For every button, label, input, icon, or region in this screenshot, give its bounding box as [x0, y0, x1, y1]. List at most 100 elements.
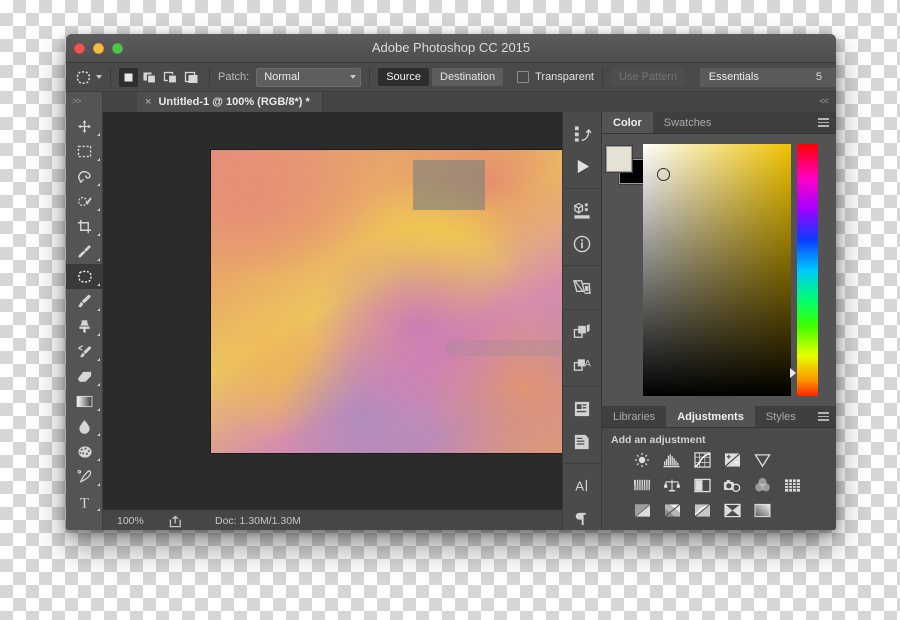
divider	[602, 68, 603, 86]
vibrance-icon[interactable]	[753, 452, 771, 468]
black-and-white-icon[interactable]	[693, 477, 711, 493]
selection-mode-group	[119, 67, 201, 87]
blur-tool[interactable]	[66, 414, 103, 439]
expand-tools-icon[interactable]: >>	[72, 96, 81, 106]
channel-mixer-icon[interactable]	[753, 477, 771, 493]
color-panel-tabs: Color Swatches	[602, 112, 836, 134]
type-tool[interactable]: T	[66, 489, 103, 514]
photo-filter-icon[interactable]	[723, 477, 741, 493]
subtract-from-selection-button[interactable]	[161, 68, 180, 87]
divider	[110, 68, 111, 86]
quick-selection-tool[interactable]	[66, 189, 103, 214]
gradient-artwork[interactable]	[211, 150, 569, 453]
history-brush-tool[interactable]	[66, 339, 103, 364]
gradient-tool[interactable]	[66, 389, 103, 414]
threshold-icon[interactable]	[693, 502, 711, 518]
adjustments-layer-icon[interactable]	[563, 271, 601, 304]
patch-tool[interactable]	[66, 264, 103, 289]
document-tab[interactable]: × Untitled-1 @ 100% (RGB/8*) *	[137, 92, 323, 112]
hue-slider-marker[interactable]	[790, 368, 796, 378]
notes-icon[interactable]	[563, 392, 601, 425]
document-tab-label: Untitled-1 @ 100% (RGB/8*) *	[158, 96, 310, 108]
tool-options-bar: Patch: Normal Source Destination Transpa…	[66, 63, 836, 92]
patch-mode-label: Patch:	[218, 71, 250, 83]
add-to-selection-button[interactable]	[140, 68, 159, 87]
actions-play-icon[interactable]	[563, 150, 601, 183]
divider	[369, 68, 371, 86]
rectangular-marquee-tool[interactable]	[66, 139, 103, 164]
color-picker-marker[interactable]	[657, 168, 670, 181]
lasso-tool[interactable]	[66, 164, 103, 189]
right-panel-stack: Color Swatches Libraries Adjustments Sty…	[602, 112, 836, 530]
panel-menu-icon[interactable]	[818, 412, 829, 423]
svg-text:T: T	[80, 495, 89, 509]
brush-tool[interactable]	[66, 289, 103, 314]
dock-group-layers: A	[563, 310, 601, 387]
zoom-level[interactable]: 100%	[103, 515, 169, 527]
color-balance-icon[interactable]	[663, 477, 681, 493]
tab-color[interactable]: Color	[602, 112, 653, 133]
divider	[209, 68, 210, 86]
curves-icon[interactable]	[693, 452, 711, 468]
gradient-map-icon[interactable]	[753, 502, 771, 518]
invert-icon[interactable]	[633, 502, 651, 518]
eraser-tool[interactable]	[66, 364, 103, 389]
tab-libraries[interactable]: Libraries	[602, 406, 666, 427]
dock-group-history	[563, 112, 601, 189]
layer-comps-icon[interactable]	[563, 315, 601, 348]
paragraph-panel-icon[interactable]	[563, 502, 601, 530]
foreground-color-swatch[interactable]	[606, 146, 632, 172]
source-button[interactable]: Source	[378, 68, 430, 86]
dodge-tool[interactable]	[66, 439, 103, 464]
levels-icon[interactable]	[663, 452, 681, 468]
exposure-icon[interactable]	[723, 452, 741, 468]
character-panel-icon[interactable]: A	[563, 469, 601, 502]
tab-adjustments[interactable]: Adjustments	[666, 406, 755, 427]
color-panel	[602, 134, 836, 406]
workspace-badge[interactable]: 5	[767, 67, 836, 87]
chevron-down-icon	[350, 75, 357, 79]
share-icon[interactable]	[169, 515, 183, 528]
properties-icon[interactable]	[563, 194, 601, 227]
adjustments-panel-tabs: Libraries Adjustments Styles	[602, 406, 836, 428]
crop-tool[interactable]	[66, 214, 103, 239]
pen-tool[interactable]	[66, 464, 103, 489]
clone-stamp-tool[interactable]	[66, 314, 103, 339]
saturation-value-field[interactable]	[643, 144, 791, 396]
destination-button[interactable]: Destination	[432, 68, 504, 86]
move-tool[interactable]	[66, 114, 103, 139]
panel-menu-icon[interactable]	[818, 118, 829, 129]
patch-mode-select[interactable]: Normal	[256, 67, 362, 87]
workspace: T × Untitled-1 @ 100% (RGB/8*) * << >> 1…	[66, 92, 836, 530]
workspace-switcher[interactable]: Essentials	[699, 67, 768, 87]
new-selection-button[interactable]	[119, 67, 138, 87]
hue-slider[interactable]	[797, 144, 818, 396]
svg-text:A: A	[584, 358, 591, 369]
eyedropper-tool[interactable]	[66, 239, 103, 264]
history-icon[interactable]	[563, 117, 601, 150]
color-lookup-icon[interactable]	[783, 477, 801, 493]
tool-preset-picker[interactable]	[66, 69, 102, 86]
timeline-icon[interactable]	[563, 425, 601, 458]
dock-group-adjustments	[563, 266, 601, 310]
intersect-selection-button[interactable]	[182, 68, 201, 87]
info-icon[interactable]	[563, 227, 601, 260]
patch-source-selection[interactable]	[413, 160, 485, 210]
posterize-icon[interactable]	[663, 502, 681, 518]
adjustments-panel: Add an adjustment	[602, 428, 836, 530]
brightness-contrast-icon[interactable]	[633, 452, 651, 468]
selective-color-icon[interactable]	[723, 502, 741, 518]
window-title-bar: Adobe Photoshop CC 2015	[66, 34, 836, 63]
window-title: Adobe Photoshop CC 2015	[371, 40, 531, 55]
close-icon[interactable]: ×	[145, 96, 151, 108]
adjustment-row	[633, 502, 836, 518]
tab-styles[interactable]: Styles	[755, 406, 807, 427]
use-pattern-button: Use Pattern	[611, 68, 686, 86]
hue-saturation-icon[interactable]	[633, 477, 651, 493]
color-swatches	[606, 146, 644, 184]
collapse-panels-icon[interactable]: <<	[819, 96, 828, 106]
texture-overlay	[211, 150, 569, 453]
character-styles-icon[interactable]: A	[563, 348, 601, 381]
transparent-checkbox[interactable]	[517, 71, 530, 83]
tab-swatches[interactable]: Swatches	[653, 112, 723, 133]
